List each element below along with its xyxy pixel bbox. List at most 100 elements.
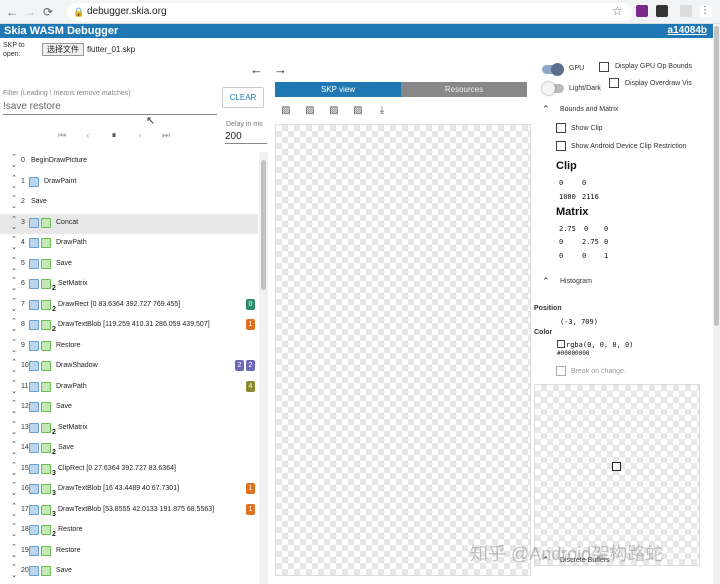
- layer-icon: [41, 320, 51, 330]
- expand-collapse-icon[interactable]: ⌃ ⌄: [10, 359, 18, 375]
- show-android-clip-checkbox[interactable]: [556, 141, 566, 151]
- expand-collapse-icon[interactable]: ⌃ ⌄: [10, 154, 18, 170]
- address-bar[interactable]: 🔒 debugger.skia.org: [67, 3, 632, 21]
- image-icon[interactable]: ▨: [279, 104, 293, 118]
- show-clip-checkbox[interactable]: [556, 123, 566, 133]
- expand-collapse-icon[interactable]: ⌃ ⌄: [10, 298, 18, 314]
- command-badge[interactable]: 0: [246, 298, 255, 310]
- tab-resources[interactable]: Resources: [401, 82, 527, 97]
- gpu-op-bounds-checkbox[interactable]: [599, 62, 609, 72]
- command-row[interactable]: ⌃ ⌄ 1 DrawPaint: [0, 173, 258, 193]
- filter-input[interactable]: !save restore: [3, 100, 217, 115]
- matrix-cell: 0: [584, 225, 589, 233]
- command-row[interactable]: ⌃ ⌄ 7 2 DrawRect [0 83.6364 392.727 769.455…: [0, 296, 258, 316]
- light-dark-toggle[interactable]: [542, 82, 564, 95]
- command-row[interactable]: ⌃ ⌄ 12 Save: [0, 398, 258, 418]
- image-icon[interactable]: ▨: [327, 104, 341, 118]
- collapse-chevron-icon[interactable]: ⌃: [542, 104, 550, 115]
- expand-collapse-icon[interactable]: ⌃ ⌄: [10, 339, 18, 355]
- command-badge[interactable]: 4: [246, 380, 255, 392]
- download-icon[interactable]: ⤓: [375, 104, 389, 118]
- break-on-change-checkbox[interactable]: [556, 366, 566, 376]
- command-list: ⌃ ⌄ 0 BeginDrawPicture ⌃ ⌄ 1 DrawPaint ⌃ ⌄ 2 Sav…: [0, 152, 258, 584]
- forward-icon[interactable]: →: [22, 4, 38, 20]
- forward-arrow-icon[interactable]: →: [274, 62, 287, 77]
- command-row[interactable]: ⌃ ⌄ 8 2 DrawTextBlob [119.259 410.31 286.05…: [0, 316, 258, 336]
- command-row[interactable]: ⌃ ⌄ 2 Save: [0, 193, 258, 213]
- version-link[interactable]: a14084b: [668, 24, 707, 38]
- image-icon: [29, 320, 39, 330]
- overdraw-checkbox[interactable]: [609, 78, 619, 88]
- tab-skp-view[interactable]: SKP view: [275, 82, 401, 97]
- image-icon[interactable]: ▨: [303, 104, 317, 118]
- command-row[interactable]: ⌃ ⌄ 20 Save: [0, 562, 258, 582]
- command-badge[interactable]: 2: [246, 360, 255, 371]
- choose-file-button[interactable]: 选择文件: [42, 43, 84, 56]
- command-name: DrawPaint: [44, 177, 77, 185]
- command-list-scrollbar-thumb[interactable]: [261, 160, 266, 290]
- histogram-label[interactable]: Histogram: [560, 278, 592, 285]
- command-badge[interactable]: 1: [246, 319, 255, 330]
- expand-collapse-icon[interactable]: ⌃ ⌄: [10, 216, 18, 232]
- expand-collapse-icon[interactable]: ⌃ ⌄: [10, 544, 18, 560]
- expand-collapse-icon[interactable]: ⌃ ⌄: [10, 503, 18, 519]
- command-row[interactable]: ⌃ ⌄ 13 2 SetMatrix: [0, 419, 258, 439]
- clear-button[interactable]: CLEAR: [222, 87, 264, 108]
- image-icon[interactable]: ▨: [351, 104, 365, 118]
- expand-collapse-icon[interactable]: ⌃ ⌄: [10, 523, 18, 539]
- expand-collapse-icon[interactable]: ⌃ ⌄: [10, 482, 18, 498]
- expand-collapse-icon[interactable]: ⌃ ⌄: [10, 277, 18, 293]
- expand-collapse-icon[interactable]: ⌃ ⌄: [10, 318, 18, 334]
- command-row[interactable]: ⌃ ⌄ 5 Save: [0, 255, 258, 275]
- command-row[interactable]: ⌃ ⌄ 17 3 DrawTextBlob [53.8555 42.0133 191.…: [0, 501, 258, 521]
- command-badge[interactable]: 2: [235, 360, 244, 371]
- expand-collapse-icon[interactable]: ⌃ ⌄: [10, 441, 18, 457]
- zoom-view[interactable]: [534, 384, 700, 566]
- bookmark-star-icon[interactable]: ☆: [612, 4, 623, 18]
- command-row[interactable]: ⌃ ⌄ 14 2 Save: [0, 439, 258, 459]
- extension-icon[interactable]: [636, 5, 648, 17]
- menu-icon[interactable]: ⋮: [700, 5, 712, 17]
- expand-collapse-icon[interactable]: ⌃ ⌄: [10, 421, 18, 437]
- command-row[interactable]: ⌃ ⌄ 6 2 SetMatrix: [0, 275, 258, 295]
- expand-collapse-icon[interactable]: ⌃ ⌄: [10, 564, 18, 580]
- expand-collapse-icon[interactable]: ⌃ ⌄: [10, 257, 18, 273]
- expand-collapse-icon[interactable]: ⌃ ⌄: [10, 175, 18, 191]
- first-frame-icon[interactable]: ⏮: [55, 128, 69, 142]
- expand-chevron-icon[interactable]: ⌃: [542, 276, 550, 287]
- command-row[interactable]: ⌃ ⌄ 3 Concat: [0, 213, 258, 234]
- expand-collapse-icon[interactable]: ⌃ ⌄: [10, 195, 18, 211]
- extension-icon[interactable]: [680, 5, 692, 17]
- expand-collapse-icon[interactable]: ⌃ ⌄: [10, 400, 18, 416]
- expand-collapse-icon[interactable]: ⌃ ⌄: [10, 462, 18, 478]
- page-scrollbar[interactable]: [713, 24, 720, 584]
- command-row[interactable]: ⌃ ⌄ 16 3 DrawTextBlob [16 43.4489 40 67.730…: [0, 480, 258, 500]
- back-icon[interactable]: ←: [4, 4, 20, 20]
- command-list-scrollbar[interactable]: [259, 152, 268, 584]
- back-arrow-icon[interactable]: ←: [250, 62, 263, 77]
- reload-icon[interactable]: ⟳: [40, 4, 56, 20]
- command-row[interactable]: ⌃ ⌄ 18 2 Restore: [0, 521, 258, 541]
- command-badge[interactable]: 1: [246, 483, 255, 494]
- page-scrollbar-thumb[interactable]: [714, 26, 719, 326]
- extension-icon[interactable]: [656, 5, 668, 17]
- command-row[interactable]: ⌃ ⌄ 0 BeginDrawPicture: [0, 152, 258, 172]
- next-frame-icon[interactable]: ›: [133, 128, 147, 142]
- skp-canvas[interactable]: [275, 124, 531, 576]
- command-row[interactable]: ⌃ ⌄ 19 Restore: [0, 542, 258, 562]
- command-row[interactable]: ⌃ ⌄ 10 DrawShadow 2 2: [0, 357, 258, 377]
- delay-input[interactable]: 200: [225, 130, 267, 144]
- gpu-toggle[interactable]: [542, 63, 564, 76]
- previous-frame-icon[interactable]: ‹: [81, 128, 95, 142]
- last-frame-icon[interactable]: ⏭: [159, 128, 173, 142]
- command-row[interactable]: ⌃ ⌄ 4 DrawPath: [0, 234, 258, 254]
- command-badge[interactable]: 1: [246, 503, 255, 515]
- command-row[interactable]: ⌃ ⌄ 9 Restore: [0, 337, 258, 357]
- command-index: 5: [21, 259, 25, 267]
- bounds-and-matrix-label[interactable]: Bounds and Matrix: [560, 106, 618, 113]
- expand-collapse-icon[interactable]: ⌃ ⌄: [10, 236, 18, 252]
- command-row[interactable]: ⌃ ⌄ 11 DrawPath 4: [0, 378, 258, 398]
- pause-icon[interactable]: ⏸: [107, 128, 121, 142]
- expand-collapse-icon[interactable]: ⌃ ⌄: [10, 380, 18, 396]
- command-row[interactable]: ⌃ ⌄ 15 3 ClipRect [0 27.6364 392.727 83.636…: [0, 460, 258, 480]
